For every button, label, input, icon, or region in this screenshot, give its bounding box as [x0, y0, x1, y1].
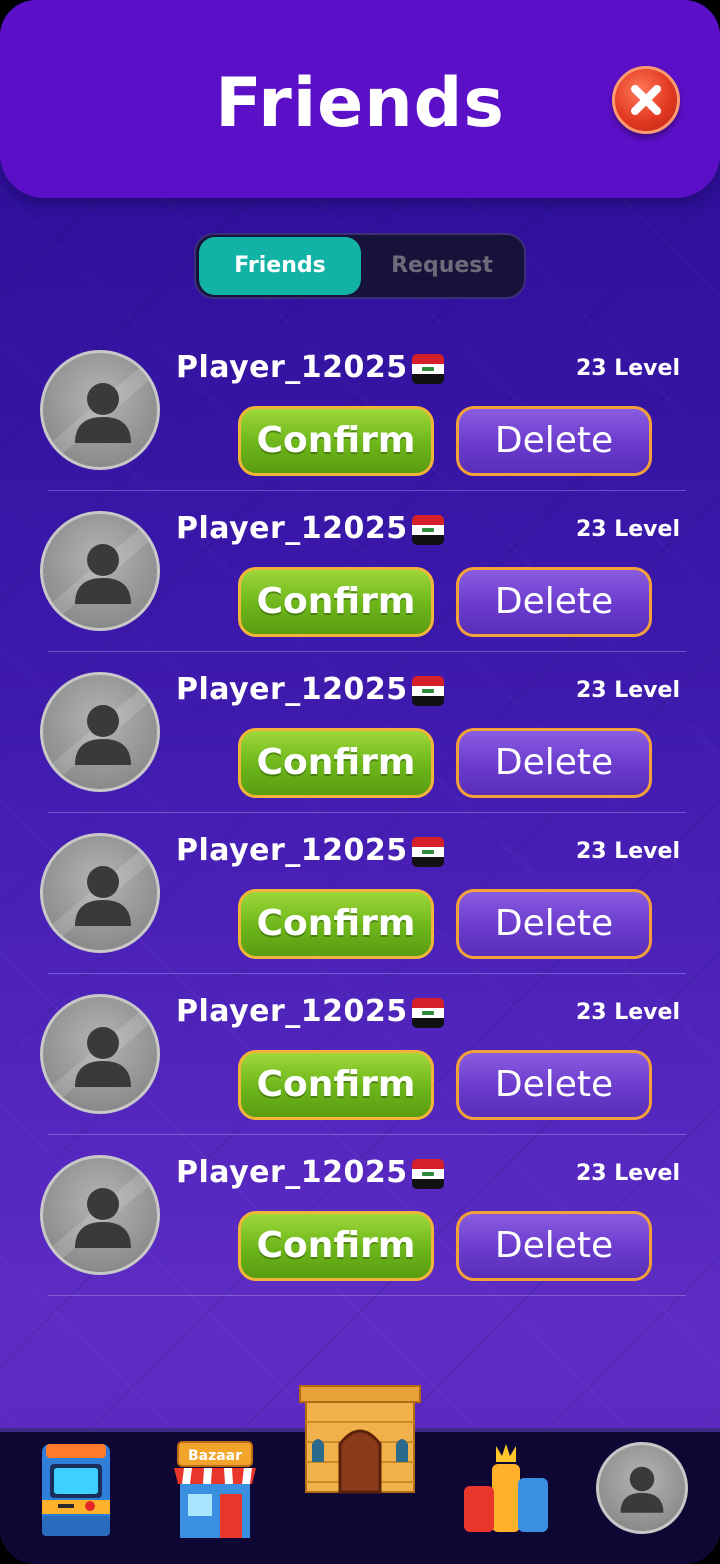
- player-level: 23 Level: [575, 1161, 680, 1186]
- divider: [48, 490, 686, 491]
- iraq-flag-icon: [412, 998, 444, 1028]
- avatar[interactable]: [40, 511, 160, 631]
- player-level: 23 Level: [575, 1000, 680, 1025]
- arcade-icon[interactable]: [32, 1440, 120, 1544]
- user-silhouette-icon: [620, 1466, 664, 1513]
- tab-request[interactable]: Request: [362, 237, 522, 295]
- delete-button[interactable]: Delete: [456, 1050, 652, 1120]
- user-silhouette-icon: [75, 383, 131, 443]
- tab-friends[interactable]: Friends: [199, 237, 361, 295]
- confirm-button[interactable]: Confirm: [238, 728, 434, 798]
- delete-button[interactable]: Delete: [456, 889, 652, 959]
- leaderboard-icon[interactable]: [460, 1440, 552, 1544]
- player-name: Player_12025: [176, 350, 408, 385]
- player-name: Player_12025: [176, 833, 408, 868]
- iraq-flag-icon: [412, 676, 444, 706]
- divider: [48, 973, 686, 974]
- iraq-flag-icon: [412, 354, 444, 384]
- delete-button[interactable]: Delete: [456, 406, 652, 476]
- bazaar-shop-icon[interactable]: Bazaar: [170, 1438, 260, 1546]
- delete-button[interactable]: Delete: [456, 1211, 652, 1281]
- avatar[interactable]: [40, 1155, 160, 1275]
- divider: [48, 812, 686, 813]
- home-palace-icon[interactable]: [296, 1382, 424, 1498]
- player-name: Player_12025: [176, 511, 408, 546]
- bottom-navigation: Bazaar: [0, 1385, 720, 1564]
- divider: [48, 1295, 686, 1296]
- user-silhouette-icon: [75, 866, 131, 926]
- player-name: Player_12025: [176, 994, 408, 1029]
- player-level: 23 Level: [575, 517, 680, 542]
- player-name: Player_12025: [176, 1155, 408, 1190]
- list-item: Player_12025 23 Level Confirm Delete: [0, 0, 720, 1296]
- tab-switcher: Friends Request: [194, 233, 526, 299]
- player-level: 23 Level: [575, 356, 680, 381]
- player-level: 23 Level: [575, 839, 680, 864]
- user-silhouette-icon: [75, 544, 131, 604]
- player-name: Player_12025: [176, 672, 408, 707]
- confirm-button[interactable]: Confirm: [238, 406, 434, 476]
- confirm-button[interactable]: Confirm: [238, 1211, 434, 1281]
- avatar[interactable]: [40, 994, 160, 1114]
- avatar[interactable]: [40, 350, 160, 470]
- user-silhouette-icon: [75, 1027, 131, 1087]
- iraq-flag-icon: [412, 1159, 444, 1189]
- user-silhouette-icon: [75, 705, 131, 765]
- divider: [48, 1134, 686, 1135]
- delete-button[interactable]: Delete: [456, 728, 652, 798]
- confirm-button[interactable]: Confirm: [238, 567, 434, 637]
- user-silhouette-icon: [75, 1188, 131, 1248]
- profile-avatar-icon[interactable]: [596, 1442, 688, 1534]
- iraq-flag-icon: [412, 515, 444, 545]
- iraq-flag-icon: [412, 837, 444, 867]
- confirm-button[interactable]: Confirm: [238, 889, 434, 959]
- divider: [48, 651, 686, 652]
- delete-button[interactable]: Delete: [456, 567, 652, 637]
- player-level: 23 Level: [575, 678, 680, 703]
- bazaar-sign-label: Bazaar: [187, 1448, 243, 1464]
- confirm-button[interactable]: Confirm: [238, 1050, 434, 1120]
- avatar[interactable]: [40, 833, 160, 953]
- friends-screen: Friends Friends Request Player_12025 23 …: [0, 0, 720, 1564]
- avatar[interactable]: [40, 672, 160, 792]
